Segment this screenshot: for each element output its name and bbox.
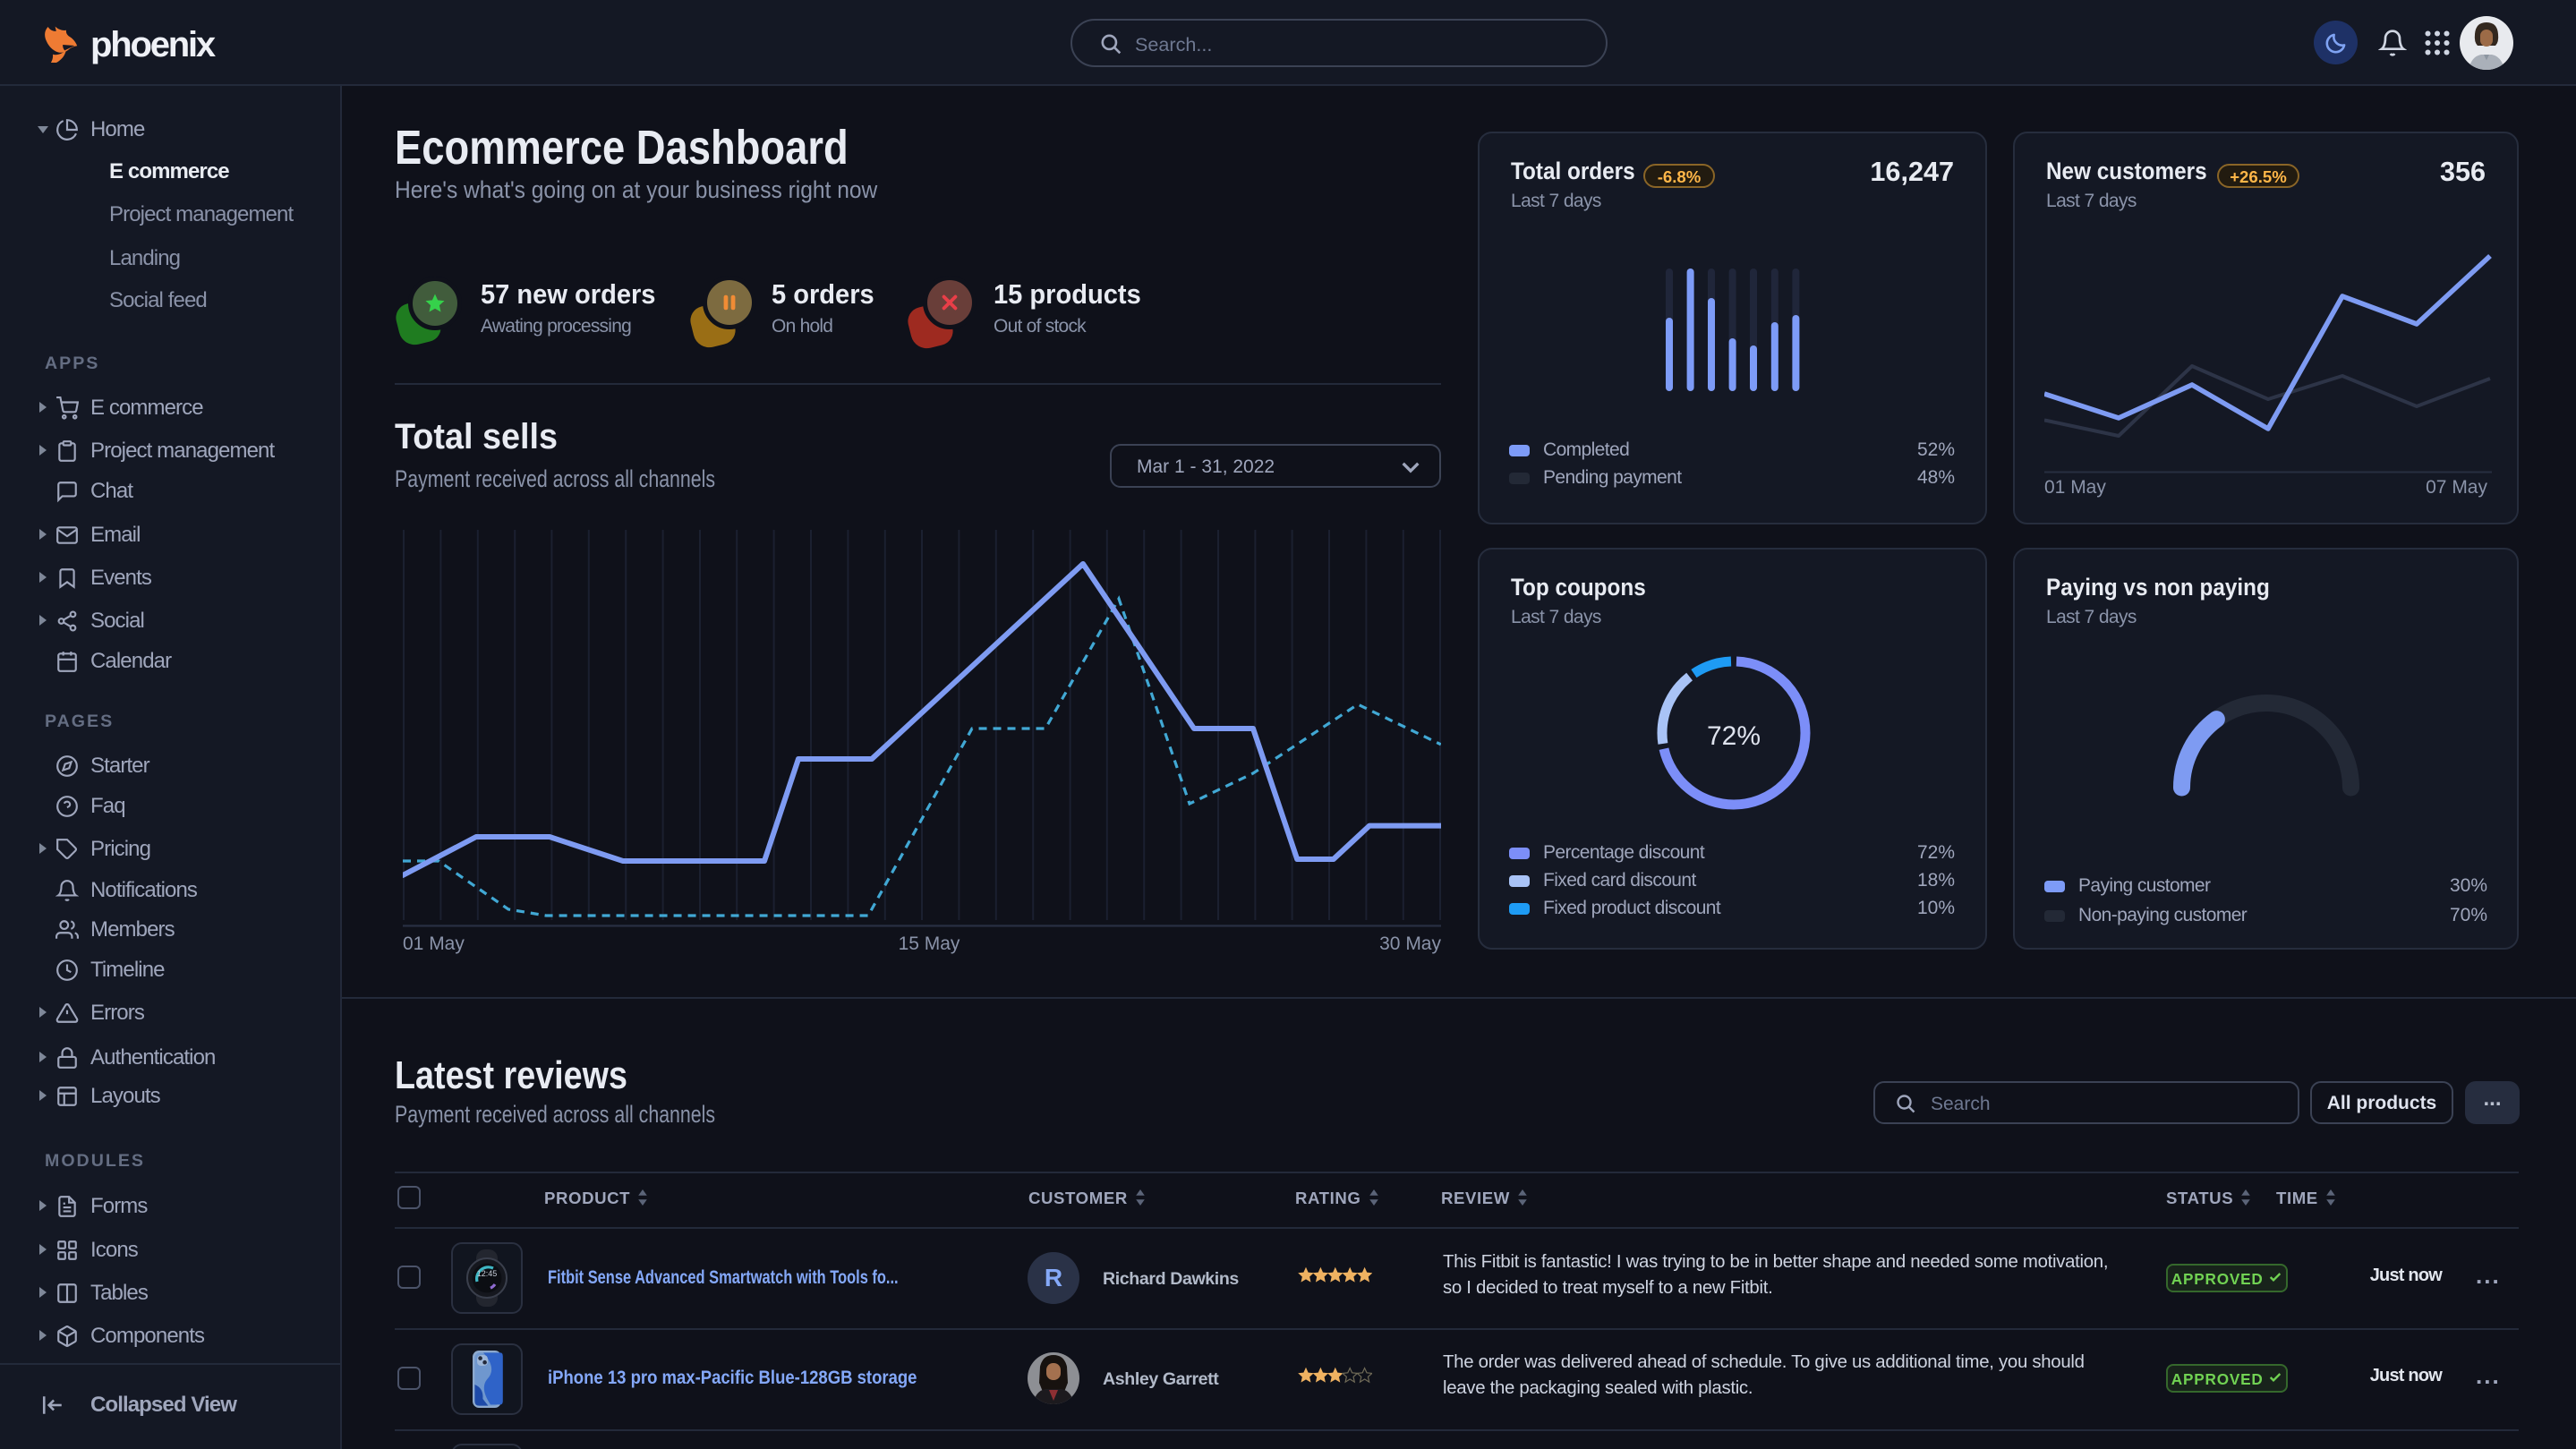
svg-text:12:45: 12:45 [477, 1269, 498, 1278]
svg-text:72%: 72% [1707, 721, 1761, 751]
